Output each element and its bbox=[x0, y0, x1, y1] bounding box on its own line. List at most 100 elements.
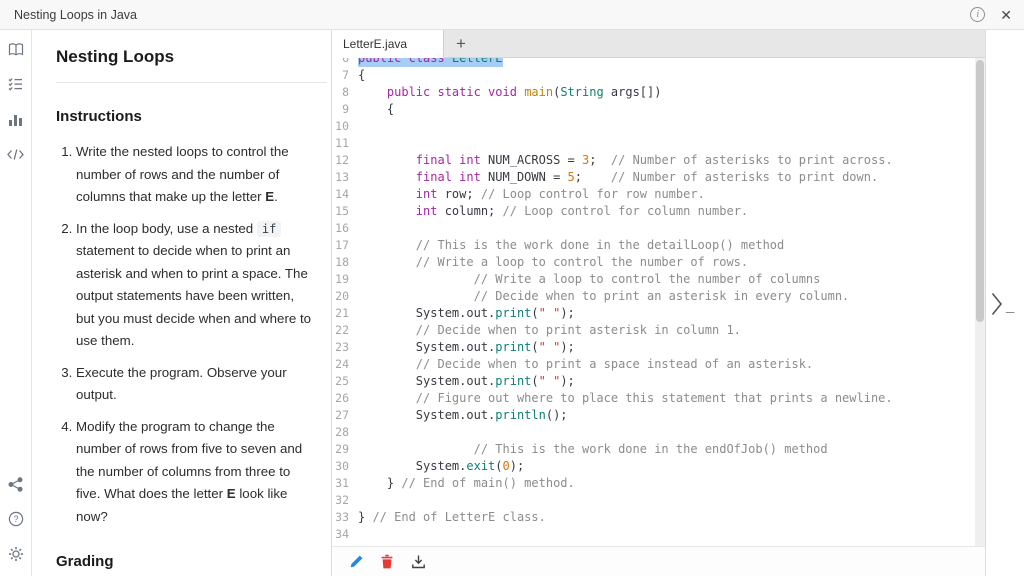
line-number: 17 bbox=[335, 238, 349, 252]
left-icon-rail: ? bbox=[0, 30, 32, 576]
line-number: 13 bbox=[335, 170, 349, 184]
page-title: Nesting Loops bbox=[56, 47, 175, 66]
info-icon[interactable]: i bbox=[970, 7, 986, 22]
topbar: Nesting Loops in Java i ✕ bbox=[0, 0, 1024, 30]
settings-icon[interactable] bbox=[1, 538, 31, 570]
code-line[interactable]: 8 public static void main(String args[]) bbox=[332, 84, 985, 101]
new-tab-button[interactable]: + bbox=[444, 30, 478, 57]
line-number: 20 bbox=[335, 289, 349, 303]
line-number: 15 bbox=[335, 204, 349, 218]
line-number: 28 bbox=[335, 425, 349, 439]
line-number: 29 bbox=[335, 442, 349, 456]
line-number: 21 bbox=[335, 306, 349, 320]
topbar-actions: i ✕ bbox=[970, 7, 1012, 22]
line-number: 27 bbox=[335, 408, 349, 422]
line-number: 18 bbox=[335, 255, 349, 269]
line-number: 16 bbox=[335, 221, 349, 235]
line-number: 11 bbox=[335, 136, 349, 150]
edit-pencil-icon[interactable] bbox=[347, 553, 365, 571]
code-line[interactable]: 22 // Decide when to print asterisk in c… bbox=[332, 322, 985, 339]
line-number: 31 bbox=[335, 476, 349, 490]
code-line[interactable]: 9 { bbox=[332, 101, 985, 118]
help-icon[interactable]: ? bbox=[1, 503, 31, 535]
code-line[interactable]: 6 public class LetterE bbox=[332, 58, 985, 67]
line-number: 12 bbox=[335, 153, 349, 167]
editor-tabbar: LetterE.java + bbox=[332, 30, 985, 58]
terminal-cursor-icon: _ bbox=[1006, 298, 1015, 315]
instruction-step: Execute the program. Observe your output… bbox=[76, 362, 313, 407]
line-number: 8 bbox=[342, 85, 349, 99]
code-line[interactable]: 33} // End of LetterE class. bbox=[332, 509, 985, 526]
code-line[interactable]: 20 // Decide when to print an asterisk i… bbox=[332, 288, 985, 305]
close-icon[interactable]: ✕ bbox=[1000, 8, 1012, 22]
code-icon[interactable] bbox=[1, 138, 31, 170]
checklist-icon[interactable] bbox=[1, 68, 31, 100]
code-line[interactable]: 12 final int NUM_ACROSS = 3; // Number o… bbox=[332, 152, 985, 169]
collapsed-right-panel: _ bbox=[985, 30, 1024, 576]
code-line[interactable]: 7{ bbox=[332, 67, 985, 84]
tab-label: LetterE.java bbox=[343, 36, 408, 51]
expand-panel-chevron-icon[interactable] bbox=[991, 292, 1003, 321]
svg-text:?: ? bbox=[13, 514, 18, 524]
code-line[interactable]: 31 } // End of main() method. bbox=[332, 475, 985, 492]
code-line[interactable]: 25 System.out.print(" "); bbox=[332, 373, 985, 390]
code-line[interactable]: 16 bbox=[332, 220, 985, 237]
line-number: 7 bbox=[342, 68, 349, 82]
code-line[interactable]: 27 System.out.println(); bbox=[332, 407, 985, 424]
code-editor[interactable]: 6 public class LetterE 7{8 public static v… bbox=[332, 58, 985, 546]
code-line[interactable]: 26 // Figure out where to place this sta… bbox=[332, 390, 985, 407]
delete-trash-icon[interactable] bbox=[378, 553, 396, 571]
code-line[interactable]: 23 System.out.print(" "); bbox=[332, 339, 985, 356]
rail-top-group bbox=[0, 33, 31, 170]
code-line[interactable]: 34 bbox=[332, 526, 985, 543]
editor-toolbar bbox=[332, 546, 985, 576]
editor-panel: LetterE.java + 6 public class LetterE 7{8 … bbox=[332, 30, 985, 576]
code-lines: 6 public class LetterE 7{8 public static v… bbox=[332, 58, 985, 543]
line-number: 26 bbox=[335, 391, 349, 405]
instructions-list: Write the nested loops to control the nu… bbox=[56, 141, 313, 528]
code-line[interactable]: 32 bbox=[332, 492, 985, 509]
download-icon[interactable] bbox=[409, 553, 427, 571]
line-number: 6 bbox=[342, 58, 349, 65]
code-line[interactable]: 15 int column; // Loop control for colum… bbox=[332, 203, 985, 220]
line-number: 33 bbox=[335, 510, 349, 524]
main-area: ? Nesting Loops Instructions 1. Write th… bbox=[0, 30, 1024, 576]
rail-bottom-group: ? bbox=[0, 468, 31, 570]
title-divider bbox=[56, 82, 327, 83]
code-line[interactable]: 17 // This is the work done in the detai… bbox=[332, 237, 985, 254]
code-line[interactable]: 18 // Write a loop to control the number… bbox=[332, 254, 985, 271]
grading-heading: Grading bbox=[56, 553, 114, 570]
code-line[interactable]: 19 // Write a loop to control the number… bbox=[332, 271, 985, 288]
code-line[interactable]: 21 System.out.print(" "); bbox=[332, 305, 985, 322]
line-number: 19 bbox=[335, 272, 349, 286]
instruction-step: In the loop body, use a nested if statem… bbox=[76, 218, 313, 353]
editor-scrollbar[interactable] bbox=[975, 58, 985, 546]
line-number: 34 bbox=[335, 527, 349, 541]
instructions-heading: Instructions bbox=[56, 108, 142, 125]
instruction-step: Modify the program to change the number … bbox=[76, 416, 313, 529]
line-number: 30 bbox=[335, 459, 349, 473]
line-number: 22 bbox=[335, 323, 349, 337]
app-window: Nesting Loops in Java i ✕ ? Nesting Loop… bbox=[0, 0, 1024, 576]
code-line[interactable]: 24 // Decide when to print a space inste… bbox=[332, 356, 985, 373]
code-line[interactable]: 11 bbox=[332, 135, 985, 152]
guide-book-icon[interactable] bbox=[1, 33, 31, 65]
code-line[interactable]: 13 final int NUM_DOWN = 5; // Number of … bbox=[332, 169, 985, 186]
tab-lettere-java[interactable]: LetterE.java bbox=[332, 30, 445, 58]
line-number: 32 bbox=[335, 493, 349, 507]
code-line[interactable]: 10 bbox=[332, 118, 985, 135]
line-number: 14 bbox=[335, 187, 349, 201]
line-number: 24 bbox=[335, 357, 349, 371]
code-line[interactable]: 28 bbox=[332, 424, 985, 441]
line-number: 23 bbox=[335, 340, 349, 354]
instructions-panel: Nesting Loops Instructions Write the nes… bbox=[32, 30, 332, 576]
code-line[interactable]: 14 int row; // Loop control for row numb… bbox=[332, 186, 985, 203]
chart-icon[interactable] bbox=[1, 103, 31, 135]
window-title: Nesting Loops in Java bbox=[14, 7, 137, 22]
share-icon[interactable] bbox=[1, 468, 31, 500]
code-line[interactable]: 30 System.exit(0); bbox=[332, 458, 985, 475]
line-number: 10 bbox=[335, 119, 349, 133]
code-line[interactable]: 29 // This is the work done in the endOf… bbox=[332, 441, 985, 458]
line-number: 25 bbox=[335, 374, 349, 388]
scrollbar-thumb[interactable] bbox=[976, 60, 984, 322]
